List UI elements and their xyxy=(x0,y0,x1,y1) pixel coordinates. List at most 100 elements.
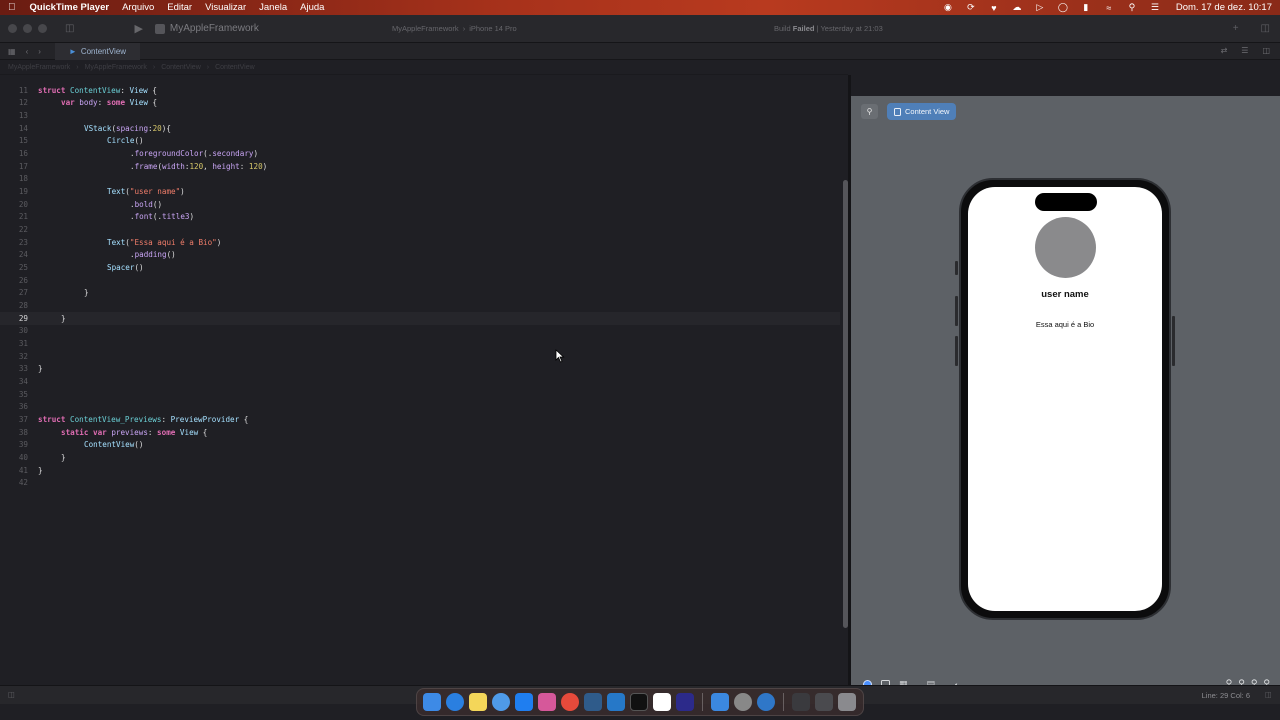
code-line[interactable]: 15 Circle() xyxy=(0,135,840,148)
code-line[interactable]: 38 static var previews: some View { xyxy=(0,426,840,439)
notion-icon[interactable] xyxy=(653,693,671,711)
code-line[interactable]: 28 xyxy=(0,299,840,312)
inspector-toggle-icon[interactable]: ◫ xyxy=(1261,23,1270,34)
inspector-area-toggle-icon[interactable]: ◫ xyxy=(1265,690,1272,699)
code-line[interactable]: 11 struct ContentView: View { xyxy=(0,84,840,97)
finder-icon[interactable] xyxy=(423,693,441,711)
toolbar-right: + ◫ xyxy=(1233,23,1270,34)
refresh-icon[interactable]: ⇄ xyxy=(1221,46,1228,55)
quicktime-icon[interactable] xyxy=(757,693,775,711)
code-line[interactable]: 32 xyxy=(0,350,840,363)
minimize-window-button[interactable] xyxy=(23,24,32,33)
downloads-icon[interactable] xyxy=(792,693,810,711)
cloud-icon[interactable]: ☁ xyxy=(1011,2,1023,13)
menu-extras: ◉ ⟳ ♥ ☁ ▷ ◯ ▮ ≈ ⚲ ☰ Dom. 17 de dez. 10:1… xyxy=(942,2,1272,13)
back-icon[interactable]: ‹ xyxy=(26,47,29,56)
intellij-icon[interactable] xyxy=(676,693,694,711)
grid-icon[interactable]: ▦ xyxy=(8,47,16,56)
code-line[interactable]: 16 .foregroundColor(.secondary) xyxy=(0,147,840,160)
code-line[interactable]: 42 xyxy=(0,476,840,489)
code-line[interactable]: 26 xyxy=(0,274,840,287)
activity-icon[interactable]: ◯ xyxy=(1057,2,1069,13)
code-line[interactable]: 13 xyxy=(0,109,840,122)
vscode-icon[interactable] xyxy=(607,693,625,711)
pin-icon[interactable]: ⚲ xyxy=(861,104,878,119)
code-line[interactable]: 33} xyxy=(0,363,840,376)
forward-icon[interactable]: › xyxy=(38,47,41,56)
code-line[interactable]: 30 xyxy=(0,325,840,338)
utility-icon[interactable] xyxy=(584,693,602,711)
editor-options-icon[interactable]: ☰ xyxy=(1241,46,1248,55)
play-circle-icon[interactable]: ▷ xyxy=(1034,2,1046,13)
zoom-window-button[interactable] xyxy=(38,24,47,33)
line-number: 12 xyxy=(18,98,28,108)
code-line[interactable]: 27} xyxy=(0,287,840,300)
code-line-current[interactable]: 29} xyxy=(0,311,840,325)
code-editor[interactable]: 11 struct ContentView: View { 12 var body:… xyxy=(0,75,848,685)
jumpbar-item-group[interactable]: MyAppleFramework xyxy=(85,64,147,71)
terminal-icon[interactable] xyxy=(630,693,648,711)
code-line[interactable]: 25 Spacer() xyxy=(0,261,840,274)
apple-icon[interactable]:  xyxy=(8,2,16,13)
safari-icon[interactable] xyxy=(446,693,464,711)
code-line[interactable]: 41} xyxy=(0,464,840,477)
trash-icon[interactable] xyxy=(838,693,856,711)
code-line[interactable]: 37 struct ContentView_Previews: PreviewPr… xyxy=(0,413,840,426)
sync-icon[interactable]: ⟳ xyxy=(965,2,977,13)
jumpbar-item-workspace[interactable]: MyAppleFramework xyxy=(8,64,70,71)
code-line[interactable]: 14 VStack(spacing:20){ xyxy=(0,122,840,135)
record-stop-icon[interactable]: ◉ xyxy=(942,2,954,13)
device-screen[interactable]: user name Essa aqui é a Bio xyxy=(968,187,1162,611)
debug-area-toggle-icon[interactable]: ◫ xyxy=(8,690,15,699)
cursor-position: Line: 29 Col: 6 xyxy=(1201,691,1250,700)
add-icon[interactable]: + xyxy=(1233,23,1239,34)
folder-icon[interactable] xyxy=(815,693,833,711)
tab-contentview[interactable]: ► ContentView xyxy=(54,42,141,60)
close-window-button[interactable] xyxy=(8,24,17,33)
code-line[interactable]: 21 .font(.title3) xyxy=(0,211,840,224)
menu-item-visualizar[interactable]: Visualizar xyxy=(205,2,246,13)
code-line[interactable]: 36 xyxy=(0,401,840,414)
run-button[interactable]: ▶ xyxy=(134,22,142,35)
code-line[interactable]: 39 ContentView() xyxy=(0,438,840,451)
menu-item-editar[interactable]: Editar xyxy=(167,2,192,13)
code-line[interactable]: 35 xyxy=(0,388,840,401)
chrome-icon[interactable] xyxy=(561,693,579,711)
code-line[interactable]: 24 .padding() xyxy=(0,249,840,262)
dock-separator xyxy=(783,693,784,711)
code-line[interactable]: 18 xyxy=(0,173,840,186)
code-line[interactable]: 34 xyxy=(0,375,840,388)
menu-item-arquivo[interactable]: Arquivo xyxy=(122,2,154,13)
code-line[interactable]: 19 Text("user name") xyxy=(0,185,840,198)
search-icon[interactable]: ⚲ xyxy=(1126,2,1138,13)
system-settings-icon[interactable] xyxy=(734,693,752,711)
activity-icon[interactable] xyxy=(492,693,510,711)
code-line[interactable]: 23 Text("Essa aqui é a Bio") xyxy=(0,236,840,249)
menu-clock[interactable]: Dom. 17 de dez. 10:17 xyxy=(1176,2,1272,13)
scheme-selector[interactable]: MyAppleFramework › iPhone 14 Pro xyxy=(392,24,517,33)
menu-app-name[interactable]: QuickTime Player xyxy=(30,2,110,13)
menu-item-janela[interactable]: Janela xyxy=(259,2,287,13)
jumpbar-item-symbol[interactable]: ContentView xyxy=(215,64,255,71)
app-store-icon[interactable] xyxy=(515,693,533,711)
preview-selector[interactable]: Content View xyxy=(887,103,957,120)
code-line[interactable]: 22 xyxy=(0,223,840,236)
sidebar-toggle-icon[interactable]: ◫ xyxy=(65,23,74,34)
code-line[interactable]: 20 .bold() xyxy=(0,198,840,211)
xcode-icon[interactable] xyxy=(711,693,729,711)
split-editor-icon[interactable]: ◫ xyxy=(1262,46,1270,55)
jumpbar-item-file[interactable]: ContentView xyxy=(161,64,201,71)
device-button xyxy=(955,336,958,366)
code-line[interactable]: 17 .frame(width:120, height: 120) xyxy=(0,160,840,173)
wifi-icon[interactable]: ≈ xyxy=(1103,3,1115,13)
launchpad-icon[interactable] xyxy=(538,693,556,711)
code-line[interactable]: 31 xyxy=(0,337,840,350)
jump-bar: MyAppleFramework › MyAppleFramework › Co… xyxy=(0,60,848,75)
battery-icon[interactable]: ▮ xyxy=(1080,2,1092,13)
code-line[interactable]: 12 var body: some View { xyxy=(0,97,840,110)
app-status-icon[interactable]: ♥ xyxy=(988,3,1000,13)
code-line[interactable]: 40} xyxy=(0,451,840,464)
menu-item-ajuda[interactable]: Ajuda xyxy=(300,2,324,13)
control-center-icon[interactable]: ☰ xyxy=(1149,2,1161,13)
notes-icon[interactable] xyxy=(469,693,487,711)
